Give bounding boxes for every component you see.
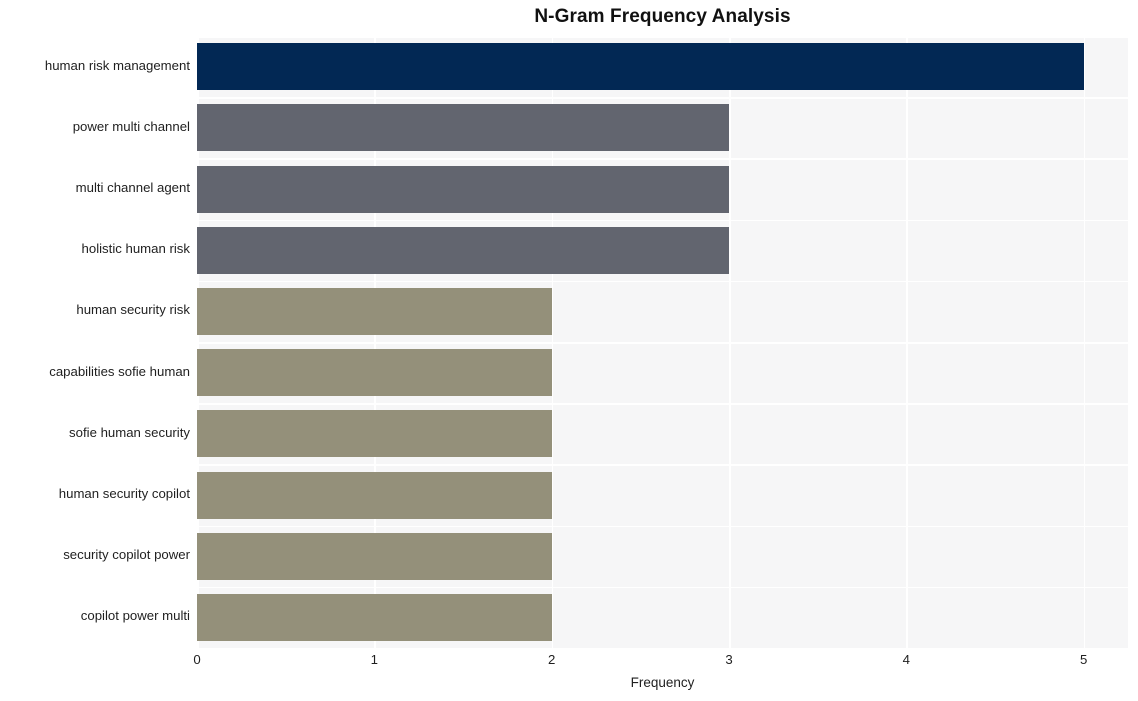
y-tick-label: capabilities sofie human — [49, 363, 190, 379]
y-tick-label: human security copilot — [58, 486, 190, 501]
gridline-horizontal — [197, 586, 1128, 589]
plot-area — [197, 36, 1128, 648]
x-tick-label: 2 — [547, 652, 556, 667]
y-tick-label: human risk management — [44, 57, 190, 73]
gridline-horizontal — [197, 525, 1128, 528]
y-axis: human risk management power multi channel… — [0, 36, 190, 648]
gridline-horizontal — [197, 464, 1128, 466]
y-tick-label: holistic human risk — [81, 241, 190, 257]
y-tick-label: security copilot power — [63, 547, 190, 563]
bar — [197, 165, 729, 213]
chart-figure: N-Gram Frequency Analysis human risk man… — [0, 0, 1138, 701]
bar — [197, 471, 552, 519]
bar — [197, 43, 1084, 91]
y-tick-label: multi channel agent — [75, 180, 190, 195]
x-tick-label: 1 — [370, 652, 378, 667]
y-tick-label: power multi channel — [72, 118, 190, 134]
y-tick-label: copilot power multi — [80, 608, 190, 624]
gridline-horizontal — [197, 97, 1128, 99]
gridline-horizontal — [197, 280, 1128, 283]
x-axis: Frequency 0 1 2 3 4 5 — [0, 648, 1138, 701]
bar — [197, 532, 552, 580]
bar — [197, 349, 552, 397]
gridline-horizontal — [197, 403, 1128, 405]
gridline-horizontal — [197, 36, 1128, 38]
y-tick-label: sofie human security — [69, 424, 190, 440]
chart-title: N-Gram Frequency Analysis — [534, 6, 791, 27]
x-axis-label: Frequency — [630, 675, 695, 690]
gridline-horizontal — [197, 158, 1128, 160]
bar — [197, 410, 552, 458]
x-tick-label: 0 — [193, 652, 201, 667]
y-tick-label: human security risk — [76, 302, 190, 318]
bar — [197, 226, 729, 274]
x-tick-label: 5 — [1079, 652, 1088, 667]
bar — [197, 104, 729, 152]
bar — [197, 287, 552, 335]
x-tick-label: 3 — [725, 652, 733, 667]
gridline-horizontal — [197, 219, 1128, 222]
bar — [197, 593, 552, 641]
x-tick-label: 4 — [902, 652, 910, 667]
gridline-horizontal — [197, 342, 1128, 344]
